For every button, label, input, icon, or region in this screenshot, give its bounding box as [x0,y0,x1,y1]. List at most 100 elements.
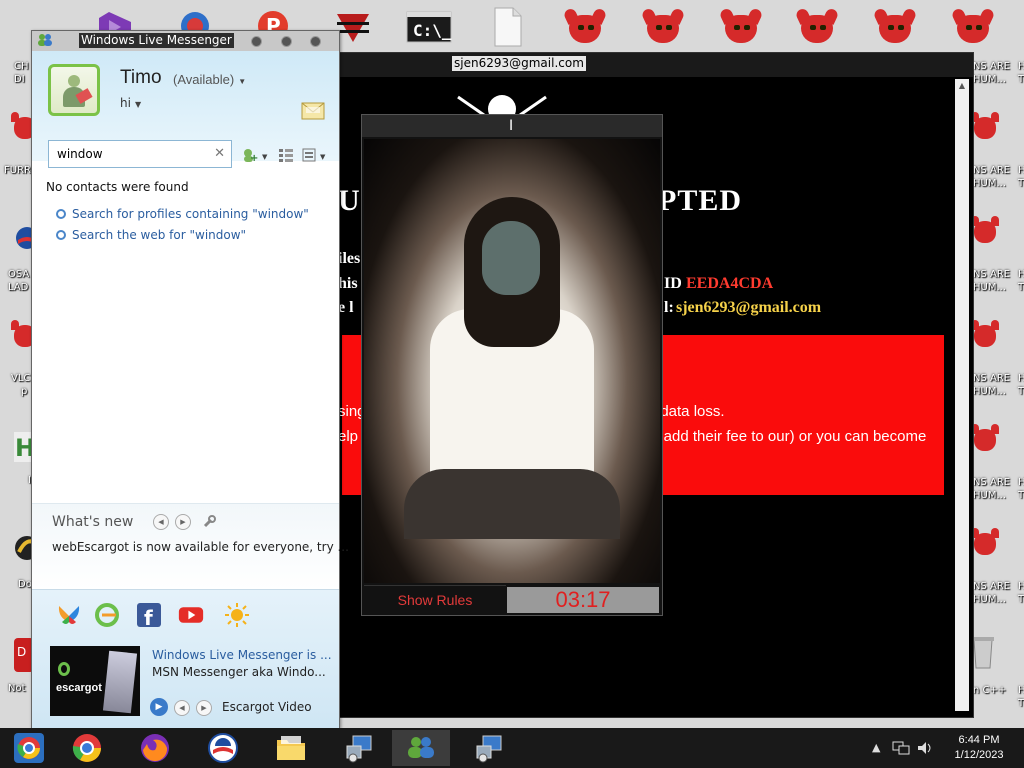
devil-icon[interactable] [946,4,1000,50]
desktop-icon-label[interactable]: FURR [4,164,31,177]
chrome-icon [72,734,101,762]
ransom-window-title: sjen6293@gmail.com [452,56,586,71]
desktop-icon-label[interactable]: n C++ [973,684,1006,697]
facebook-icon[interactable]: f [136,602,162,628]
butterfly-icon[interactable] [56,602,82,628]
close-button[interactable] [310,36,321,47]
devil-icon[interactable] [790,4,844,50]
show-hidden-icons-icon[interactable]: ▲ [872,741,880,754]
video-description: MSN Messenger aka Windo... [152,665,326,679]
svg-text:C:\_: C:\_ [413,21,452,40]
search-contacts-box[interactable]: ✕ [48,140,232,168]
video-window-titlebar[interactable]: I [362,115,662,137]
ransom-window-titlebar[interactable]: sjen6293@gmail.com [336,53,973,77]
blank-file-icon[interactable] [480,4,534,50]
taskbar-app-chrome[interactable] [58,730,116,766]
desktop-icon-label[interactable]: HT [1018,684,1024,710]
messenger-icon [408,737,434,758]
desktop-icon-label[interactable]: VLC p [11,372,30,398]
devil-icon[interactable] [868,4,922,50]
minimize-button[interactable] [251,36,262,47]
desktop-icon-label[interactable]: NS ARE HUM... [973,476,1010,502]
desktop-icon-label[interactable]: HT [1018,580,1024,606]
taskbar-app-network[interactable] [330,730,388,766]
previous-icon[interactable]: ◀ [153,514,169,530]
devil-icon[interactable] [970,112,1000,142]
devil-icon[interactable] [970,320,1000,350]
ransom-id: EEDA4CDA [686,275,774,292]
menu-icon[interactable]: ▼ [302,148,330,162]
clear-search-icon[interactable]: ✕ [214,146,225,161]
obama-logo-icon [208,733,238,763]
desktop-icon-label[interactable]: Not [8,682,26,695]
command-prompt-icon[interactable]: C:\_ [402,4,456,50]
taskbar: ▲ 6:44 PM 1/12/2023 [0,728,1024,768]
desktop-icon-label[interactable]: NS ARE HUM... [973,372,1010,398]
desktop-icon-label[interactable]: Do [18,578,32,591]
search-profiles-link[interactable]: Search for profiles containing "window" [56,207,309,221]
desktop-icon-label[interactable]: HT [1018,164,1024,190]
wrench-icon[interactable] [202,515,216,529]
video-thumbnail[interactable]: escargot [50,646,140,716]
network-icon[interactable] [892,740,910,756]
taskbar-app-messenger[interactable] [392,730,450,766]
desktop-icon-label[interactable]: HT [1018,60,1024,86]
devil-icon[interactable] [970,424,1000,454]
desktop-icon-label[interactable]: NS ARE HUM... [973,60,1010,86]
network-app-icon [476,735,502,763]
personal-message[interactable]: hi ▼ [120,96,141,110]
taskbar-app-chrome-old[interactable] [0,730,58,766]
taskbar-app-network-2[interactable] [460,730,518,766]
ransom-scrollbar[interactable]: ▲ [955,79,969,711]
search-input[interactable] [57,146,207,162]
video-title-glyph: I [509,118,514,134]
file-explorer-icon [277,736,305,760]
system-clock[interactable]: 6:44 PM 1/12/2023 [938,733,1020,763]
status-dropdown[interactable]: (Available) ▼ [173,72,246,87]
contact-list-icon[interactable] [278,148,294,162]
taskbar-app-explorer[interactable] [262,730,320,766]
desktop-icon-label[interactable]: HT [1018,372,1024,398]
taskbar-app-firefox[interactable] [126,730,184,766]
devil-icon[interactable] [970,528,1000,558]
whats-new-title: What's new [52,514,134,530]
devil-icon[interactable] [714,4,768,50]
escargot-e-icon[interactable] [94,602,120,628]
user-avatar-icon [63,75,93,109]
previous-icon[interactable]: ◀ [174,700,190,716]
no-contacts-message: No contacts were found [46,180,189,194]
desktop-icon-label[interactable]: NS ARE HUM... [973,580,1010,606]
add-contact-icon[interactable]: + ▼ [242,147,270,163]
chrome-old-icon [14,733,44,763]
desktop-icon-label[interactable]: NS ARE HUM... [973,164,1010,190]
user-name[interactable]: Timo [120,67,162,89]
ransom-email-label: l: [664,299,674,316]
devil-icon[interactable] [558,4,612,50]
desktop-icon-label[interactable]: HT [1018,268,1024,294]
messenger-titlebar[interactable]: Windows Live Messenger [32,31,339,51]
play-icon[interactable]: ▶ [150,698,168,716]
search-web-link[interactable]: Search the web for "window" [56,228,246,242]
desktop-icon-label[interactable]: OSA LAD [8,268,29,294]
youtube-icon[interactable] [178,602,204,628]
show-rules-button[interactable]: Show Rules [364,585,506,614]
taskbar-app-obama[interactable] [194,730,252,766]
desktop-icon-label[interactable]: NS ARE HUM... [973,268,1010,294]
sun-icon[interactable] [224,602,250,628]
volume-icon[interactable] [916,740,934,756]
messenger-title: Windows Live Messenger [79,33,234,48]
maximize-button[interactable] [281,36,292,47]
scroll-up-icon[interactable]: ▲ [955,79,969,93]
avatar[interactable] [48,64,100,116]
mail-icon[interactable] [300,99,326,121]
whats-new-item[interactable]: webEscargot is now available for everyon… [52,540,349,554]
devil-icon[interactable] [970,216,1000,246]
video-title-link[interactable]: Windows Live Messenger is ... [152,648,332,662]
desktop-icon-label[interactable]: CH DI [14,60,29,86]
desktop-icon-label[interactable]: HT [1018,476,1024,502]
devil-icon[interactable] [636,4,690,50]
search-icon [56,209,66,219]
next-icon[interactable]: ▶ [175,514,191,530]
next-icon[interactable]: ▶ [196,700,212,716]
desktop: P C:\_ CH DI FURR OSA LAD VLC p H I Do D No… [0,0,1024,728]
